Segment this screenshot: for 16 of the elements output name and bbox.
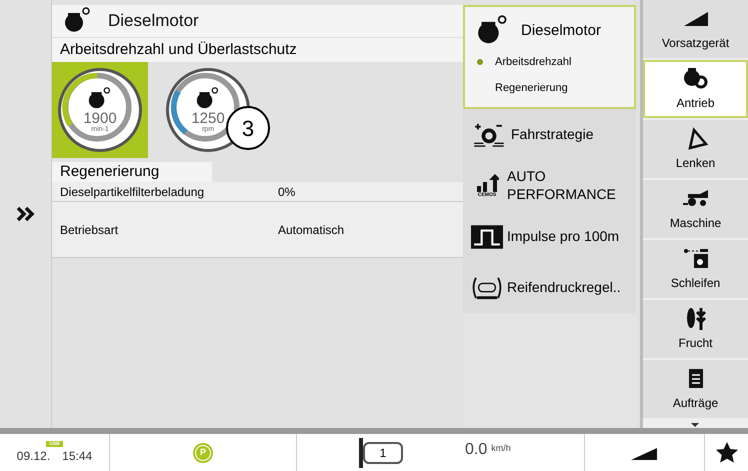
time-text: 15:44	[62, 448, 92, 464]
menu-label: Dieselmotor	[521, 20, 602, 41]
date-text: 09.12.	[16, 448, 50, 464]
row-value: Automatisch	[278, 222, 344, 238]
row-label: Dieselpartikelfilterbeladung	[60, 184, 206, 200]
section-heading: Regenerierung	[52, 162, 212, 182]
parking-brake-icon: P	[196, 446, 210, 460]
number-callout-tooltip: 3	[226, 106, 270, 150]
row-value: 0%	[278, 184, 296, 200]
dial-value: 1250	[191, 111, 225, 126]
speed-unit: km/h	[491, 442, 511, 455]
section-heading: Arbeitsdrehzahl und Überlastschutz	[52, 38, 463, 62]
panel-title: Dieselmotor	[108, 10, 199, 32]
row-label: Betriebsart	[60, 222, 120, 238]
dial-value: 1900	[83, 111, 117, 126]
speed-value: 0.0	[465, 440, 488, 460]
